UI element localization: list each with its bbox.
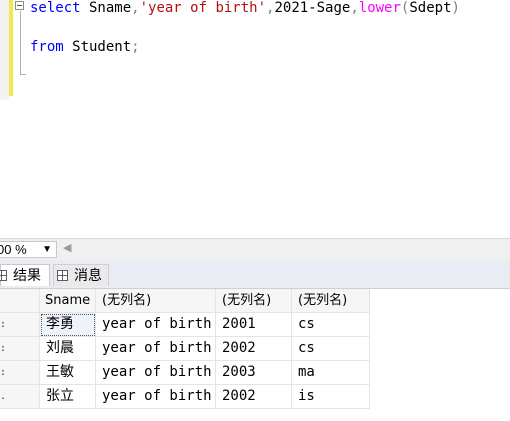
row-marker: : <box>0 367 7 378</box>
grid-icon <box>0 270 7 281</box>
keyword-from: from <box>30 39 64 55</box>
row-header[interactable]: : <box>0 337 40 361</box>
grid-cell[interactable]: year of birth <box>96 313 216 337</box>
tab-results-label: 结果 <box>13 268 41 284</box>
row-marker: : <box>0 343 7 354</box>
query-editor[interactable]: select Sname,'year of birth',2021-Sage,l… <box>0 0 510 238</box>
row-marker: : <box>0 319 7 330</box>
column-header[interactable]: (无列名) <box>96 289 216 313</box>
grid-cell[interactable]: year of birth <box>96 361 216 385</box>
grid-cell[interactable]: 张立 <box>40 385 96 409</box>
grid-cell[interactable]: 李勇 <box>40 313 96 337</box>
age-expression: 2021-Sage <box>274 0 351 16</box>
keyword-select: select <box>30 0 81 16</box>
editor-status-strip: 00 % ▼ ◀ <box>0 238 510 260</box>
change-tracking-bar <box>9 0 13 96</box>
messages-icon <box>57 270 68 281</box>
code-line-1[interactable]: select Sname,'year of birth',2021-Sage,l… <box>30 0 460 16</box>
column-header[interactable]: (无列名) <box>292 289 370 313</box>
comma: , <box>350 0 359 16</box>
grid-cell[interactable]: ma <box>292 361 370 385</box>
row-marker: . <box>0 391 7 402</box>
row-header[interactable]: . <box>0 385 40 409</box>
tab-messages[interactable]: 消息 <box>53 264 109 286</box>
column-sname: Sname <box>80 0 132 16</box>
grid-cell[interactable]: year of birth <box>96 385 216 409</box>
collapse-region-icon[interactable] <box>15 1 24 10</box>
function-lower: lower <box>358 0 401 16</box>
column-sdept: Sdept <box>409 0 452 16</box>
tab-messages-label: 消息 <box>74 268 102 284</box>
zoom-select[interactable]: 00 % ▼ <box>0 241 57 258</box>
tab-results[interactable]: 结果 <box>0 264 50 286</box>
grid-cell[interactable]: 王敏 <box>40 361 96 385</box>
grid-cell[interactable]: 刘晨 <box>40 337 96 361</box>
semicolon: ; <box>131 39 140 55</box>
grid-cell[interactable]: is <box>292 385 370 409</box>
grid-corner[interactable] <box>0 289 40 313</box>
results-grid[interactable]: Sname (无列名) (无列名) (无列名) : 李勇 year of bir… <box>0 288 510 421</box>
row-header[interactable]: : <box>0 313 40 337</box>
editor-gutter <box>0 0 9 100</box>
grid-cell[interactable]: cs <box>292 337 370 361</box>
results-tabs: 结果 消息 <box>0 260 510 288</box>
grid-cell[interactable]: 2002 <box>216 337 292 361</box>
grid-cell[interactable]: cs <box>292 313 370 337</box>
grid-cell[interactable]: 2003 <box>216 361 292 385</box>
column-header[interactable]: Sname <box>40 289 96 313</box>
zoom-value: 00 % <box>0 242 27 257</box>
grid-cell[interactable]: 2002 <box>216 385 292 409</box>
scroll-left-icon[interactable]: ◀ <box>63 241 71 254</box>
grid-cell[interactable]: 2001 <box>216 313 292 337</box>
code-line-3[interactable]: from Student; <box>30 39 140 55</box>
table-student: Student <box>63 39 132 55</box>
row-header[interactable]: : <box>0 361 40 385</box>
chevron-down-icon[interactable]: ▼ <box>42 242 52 257</box>
paren-close: ) <box>451 0 460 16</box>
grid-cell[interactable]: year of birth <box>96 337 216 361</box>
outline-line <box>20 11 21 74</box>
outline-line-end <box>20 74 26 75</box>
column-header[interactable]: (无列名) <box>216 289 292 313</box>
string-literal: 'year of birth' <box>139 0 267 16</box>
comma: , <box>131 0 140 16</box>
